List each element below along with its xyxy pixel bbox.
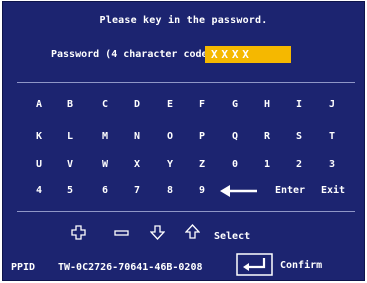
key-7[interactable]: 7 — [134, 185, 140, 196]
key-q[interactable]: Q — [232, 131, 238, 142]
key-f[interactable]: F — [199, 99, 205, 110]
key-i[interactable]: I — [296, 99, 302, 110]
enter-key[interactable]: Enter — [275, 185, 305, 196]
enter-key-icon — [236, 253, 273, 276]
key-r[interactable]: R — [264, 131, 270, 142]
key-p[interactable]: P — [199, 131, 205, 142]
key-9[interactable]: 9 — [199, 185, 205, 196]
minus-icon — [114, 230, 129, 236]
password-field[interactable]: XXXX — [205, 46, 291, 63]
plus-icon — [71, 225, 86, 240]
key-w[interactable]: W — [102, 159, 108, 170]
key-n[interactable]: N — [134, 131, 140, 142]
dialog-title: Please key in the password. — [99, 15, 268, 26]
down-arrow-icon — [150, 225, 165, 240]
key-0[interactable]: 0 — [232, 159, 238, 170]
key-2[interactable]: 2 — [296, 159, 302, 170]
key-g[interactable]: G — [232, 99, 238, 110]
key-6[interactable]: 6 — [102, 185, 108, 196]
key-e[interactable]: E — [167, 99, 173, 110]
backspace-left-arrow-icon[interactable] — [220, 185, 258, 197]
key-b[interactable]: B — [67, 99, 73, 110]
key-v[interactable]: V — [67, 159, 73, 170]
key-h[interactable]: H — [264, 99, 270, 110]
up-arrow-icon — [185, 224, 200, 239]
key-s[interactable]: S — [296, 131, 302, 142]
key-8[interactable]: 8 — [167, 185, 173, 196]
key-4[interactable]: 4 — [36, 185, 42, 196]
key-t[interactable]: T — [329, 131, 335, 142]
separator-bottom — [17, 211, 355, 212]
key-c[interactable]: C — [102, 99, 108, 110]
key-o[interactable]: O — [167, 131, 173, 142]
key-x[interactable]: X — [134, 159, 140, 170]
key-3[interactable]: 3 — [329, 159, 335, 170]
key-l[interactable]: L — [67, 131, 73, 142]
key-a[interactable]: A — [36, 99, 42, 110]
key-z[interactable]: Z — [199, 159, 205, 170]
select-label: Select — [214, 231, 251, 242]
key-m[interactable]: M — [102, 131, 108, 142]
ppid-label: PPID — [11, 262, 36, 273]
password-dialog: Please key in the password. Password (4 … — [2, 1, 365, 281]
password-label: Password (4 character code): — [51, 49, 220, 60]
ppid-value: TW-0C2726-70641-46B-0208 — [58, 262, 203, 273]
separator-top — [17, 82, 355, 83]
confirm-label: Confirm — [280, 260, 323, 271]
key-y[interactable]: Y — [167, 159, 173, 170]
key-5[interactable]: 5 — [67, 185, 73, 196]
key-k[interactable]: K — [36, 131, 42, 142]
key-d[interactable]: D — [134, 99, 140, 110]
key-u[interactable]: U — [36, 159, 42, 170]
key-1[interactable]: 1 — [264, 159, 270, 170]
exit-key[interactable]: Exit — [321, 185, 345, 196]
key-j[interactable]: J — [329, 99, 335, 110]
